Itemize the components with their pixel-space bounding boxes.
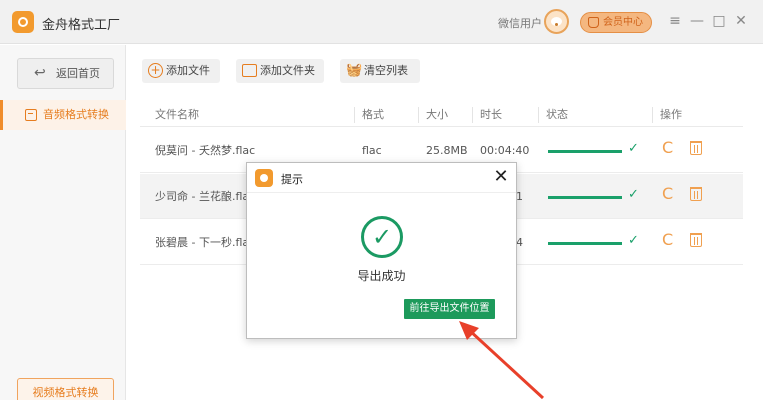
open-export-location-button[interactable]: 前往导出文件位置 bbox=[404, 299, 495, 319]
column-header-status: 状态 bbox=[546, 108, 568, 121]
done-check-icon: ✓ bbox=[628, 233, 639, 248]
clear-list-button[interactable]: 🧺 清空列表 bbox=[340, 59, 420, 83]
title-bar: 金舟格式工厂 微信用户 会员中心 ≡ — □ ✕ bbox=[0, 0, 763, 44]
file-size: 25.8MB bbox=[426, 144, 468, 157]
progress-bar bbox=[548, 150, 622, 153]
sidebar-item-audio-convert[interactable]: 音频格式转换 bbox=[0, 100, 126, 130]
basket-icon: 🧺 bbox=[346, 63, 363, 78]
file-name: 少司命 - 兰花酿.flac bbox=[155, 190, 256, 203]
column-divider bbox=[472, 107, 473, 123]
folder-icon bbox=[242, 64, 257, 77]
file-format: flac bbox=[362, 144, 382, 157]
audio-convert-icon bbox=[25, 109, 37, 121]
export-success-dialog: 提示 ✕ ✓ 导出成功 前往导出文件位置 bbox=[246, 162, 517, 339]
success-message: 导出成功 bbox=[357, 269, 406, 283]
done-check-icon: ✓ bbox=[628, 187, 639, 202]
user-name[interactable]: 微信用户 bbox=[498, 15, 542, 31]
add-folder-button[interactable]: 添加文件夹 bbox=[236, 59, 324, 83]
trash-icon[interactable] bbox=[690, 141, 702, 155]
column-divider bbox=[418, 107, 419, 123]
trash-icon[interactable] bbox=[690, 233, 702, 247]
file-duration: 4 bbox=[516, 236, 523, 249]
arrow-shaft bbox=[467, 328, 545, 400]
add-file-label: 添加文件 bbox=[166, 64, 210, 77]
column-divider bbox=[354, 107, 355, 123]
refresh-icon[interactable]: C bbox=[662, 139, 673, 157]
column-header-name: 文件名称 bbox=[155, 108, 199, 121]
add-folder-label: 添加文件夹 bbox=[260, 64, 315, 77]
vip-icon bbox=[588, 17, 599, 28]
dialog-title: 提示 bbox=[281, 173, 303, 186]
app-logo-icon bbox=[12, 11, 34, 33]
clear-list-label: 清空列表 bbox=[364, 64, 408, 77]
minimize-icon[interactable]: — bbox=[688, 12, 706, 30]
column-header-duration: 时长 bbox=[480, 108, 502, 121]
refresh-icon[interactable]: C bbox=[662, 185, 673, 203]
trash-icon[interactable] bbox=[690, 187, 702, 201]
avatar[interactable] bbox=[544, 9, 569, 34]
app-logo-icon bbox=[255, 169, 273, 187]
sidebar: ↩ 返回首页 音频格式转换 视频格式转换 bbox=[0, 45, 126, 400]
file-name: 张碧晨 - 下一秒.flac bbox=[155, 236, 256, 249]
vip-label: 会员中心 bbox=[603, 17, 643, 28]
window-close-icon[interactable]: ✕ bbox=[732, 12, 750, 30]
back-home-button[interactable]: ↩ 返回首页 bbox=[17, 58, 114, 89]
add-icon: + bbox=[148, 63, 163, 78]
file-duration: 1 bbox=[516, 190, 523, 203]
file-table-header: 文件名称 格式 大小 时长 状态 操作 bbox=[140, 103, 743, 127]
app-title: 金舟格式工厂 bbox=[42, 18, 121, 33]
add-file-button[interactable]: + 添加文件 bbox=[142, 59, 220, 83]
red-arrow-annotation bbox=[459, 321, 545, 400]
sidebar-item-label: 音频格式转换 bbox=[43, 108, 109, 121]
progress-bar bbox=[548, 242, 622, 245]
file-duration: 00:04:40 bbox=[480, 144, 530, 157]
column-divider bbox=[652, 107, 653, 123]
back-arrow-icon: ↩ bbox=[34, 65, 46, 81]
progress-bar bbox=[548, 196, 622, 199]
column-header-actions: 操作 bbox=[660, 108, 682, 121]
menu-icon[interactable]: ≡ bbox=[666, 12, 684, 30]
success-check-icon: ✓ bbox=[361, 216, 403, 258]
refresh-icon[interactable]: C bbox=[662, 231, 673, 249]
column-divider bbox=[538, 107, 539, 123]
file-name: 倪莫问 - 夭然梦.flac bbox=[155, 144, 256, 157]
dialog-close-icon[interactable]: ✕ bbox=[492, 167, 510, 187]
dialog-header: 提示 ✕ bbox=[247, 163, 516, 193]
column-header-size: 大小 bbox=[426, 108, 448, 121]
column-header-format: 格式 bbox=[362, 108, 384, 121]
maximize-icon[interactable]: □ bbox=[710, 12, 728, 30]
video-convert-button[interactable]: 视频格式转换 bbox=[17, 378, 114, 400]
back-home-label: 返回首页 bbox=[56, 67, 100, 80]
done-check-icon: ✓ bbox=[628, 141, 639, 156]
vip-center-button[interactable]: 会员中心 bbox=[580, 12, 652, 33]
